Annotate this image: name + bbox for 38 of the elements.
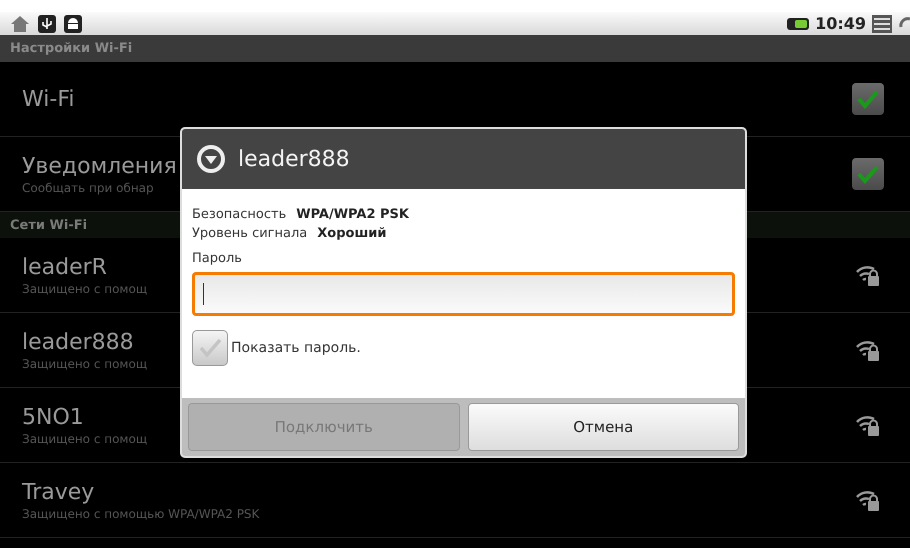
dialog-button[interactable]: Отмена bbox=[468, 403, 739, 451]
info-value: Хороший bbox=[317, 226, 386, 241]
network-summary: Защищено с помощ bbox=[22, 356, 148, 370]
setting-title: Уведомления bbox=[22, 154, 177, 178]
wifi-lock-icon bbox=[856, 264, 880, 286]
wifi-lock-icon bbox=[856, 414, 880, 436]
network-name[interactable]: leader888 bbox=[22, 330, 148, 354]
info-label: Уровень сигнала bbox=[192, 226, 308, 241]
setting-title: Wi-Fi bbox=[22, 86, 74, 112]
wifi-lock-icon bbox=[856, 489, 880, 511]
wifi-lock-icon bbox=[856, 339, 880, 361]
screen-title: Настройки Wi-Fi bbox=[10, 41, 132, 56]
check-icon bbox=[857, 89, 879, 109]
checkbox-label: Показать пароль. bbox=[231, 340, 361, 356]
field-label: Пароль bbox=[192, 251, 243, 266]
show-password-checkbox[interactable] bbox=[192, 330, 228, 366]
network-name[interactable]: Travey bbox=[22, 480, 260, 504]
check-icon bbox=[857, 164, 879, 184]
home-icon bbox=[10, 14, 30, 32]
dropdown-circle-icon bbox=[196, 144, 226, 174]
network-summary: Защищено с помощ bbox=[22, 282, 148, 296]
section-title: Сети Wi-Fi bbox=[10, 218, 88, 232]
setting-checkbox[interactable] bbox=[852, 158, 884, 190]
usb-icon bbox=[38, 14, 56, 32]
password-field[interactable] bbox=[192, 272, 735, 316]
network-summary: Защищено с помощью WPA/WPA2 PSK bbox=[22, 506, 260, 520]
list-icon bbox=[872, 14, 892, 32]
clock-time: 10:49 bbox=[815, 14, 866, 33]
setting-checkbox[interactable] bbox=[852, 83, 884, 115]
info-value: WPA/WPA2 PSK bbox=[296, 207, 409, 222]
network-name[interactable]: leaderR bbox=[22, 254, 148, 280]
network-summary: Защищено с помощ bbox=[22, 432, 148, 446]
dialog-title: leader888 bbox=[238, 146, 350, 172]
setting-summary: Сообщать при обнар bbox=[22, 180, 155, 194]
info-label: Безопасность bbox=[192, 207, 286, 222]
battery-icon bbox=[787, 16, 810, 30]
network-name[interactable]: 5NO1 bbox=[22, 404, 148, 430]
check-icon bbox=[197, 336, 223, 360]
